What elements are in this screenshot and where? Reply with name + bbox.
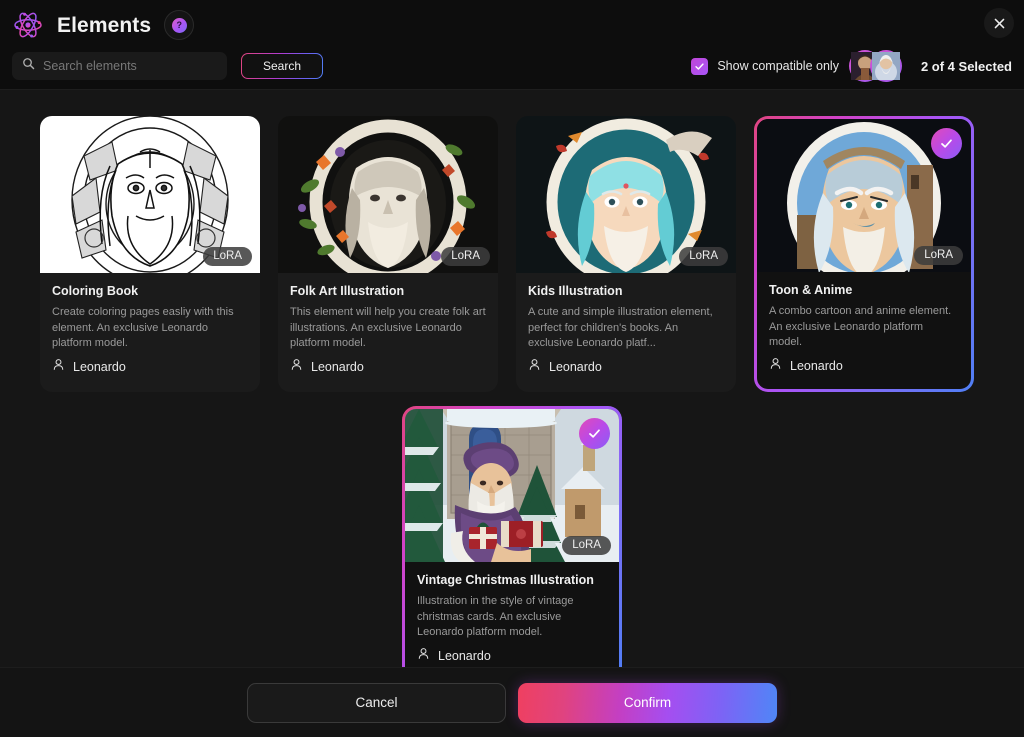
card-author: Leonardo <box>757 351 971 389</box>
card-info: Toon & Anime A combo cartoon and anime e… <box>757 272 971 351</box>
selected-avatars[interactable] <box>848 50 903 83</box>
user-icon <box>417 647 430 665</box>
card-title: Vintage Christmas Illustration <box>417 573 594 587</box>
confirm-button[interactable]: Confirm <box>518 682 777 723</box>
author-name: Leonardo <box>311 360 364 374</box>
search-button[interactable]: Search <box>241 53 323 79</box>
help-button[interactable]: ? <box>164 10 195 40</box>
page-title: Elements <box>57 13 152 37</box>
author-name: Leonardo <box>549 360 602 374</box>
user-icon <box>769 357 782 375</box>
lora-badge: LoRA <box>203 246 252 266</box>
element-card-vintage-christmas-illustration[interactable]: LoRA Vintage Christmas Illustration Illu… <box>402 406 622 667</box>
card-description: Create coloring pages easliy with this e… <box>52 306 234 350</box>
card-author: Leonardo <box>40 352 260 390</box>
author-name: Leonardo <box>790 359 843 373</box>
element-card-kids-illustration[interactable]: LoRA Kids Illustration A cute and simple… <box>516 116 736 392</box>
check-icon <box>589 429 600 438</box>
author-name: Leonardo <box>73 360 126 374</box>
user-icon <box>52 358 65 376</box>
elements-modal: Elements ? Search elements Search Show c… <box>0 0 1024 737</box>
card-author: Leonardo <box>405 641 619 667</box>
check-icon <box>695 62 705 70</box>
card-title: Toon & Anime <box>769 283 853 297</box>
card-author: Leonardo <box>278 352 498 390</box>
header-title-row: Elements ? <box>12 8 195 42</box>
card-thumbnail: LoRA <box>757 119 971 272</box>
modal-footer: Cancel Confirm <box>0 667 1024 737</box>
avatar <box>869 50 902 83</box>
lora-badge: LoRA <box>679 246 728 266</box>
card-thumbnail: LoRA <box>40 116 260 273</box>
card-thumbnail: LoRA <box>278 116 498 273</box>
close-icon[interactable] <box>984 8 1014 38</box>
lora-badge: LoRA <box>441 246 490 266</box>
card-info: Folk Art Illustration This element will … <box>278 273 498 352</box>
card-info: Kids Illustration A cute and simple illu… <box>516 273 736 352</box>
element-card-toon-and-anime[interactable]: LoRA Toon & Anime A combo cartoon and an… <box>754 116 974 392</box>
elements-grid-row-1: LoRA Coloring Book Create coloring pages… <box>0 116 1024 392</box>
lora-badge: LoRA <box>914 245 963 265</box>
search-field[interactable] <box>12 52 227 80</box>
checkbox-checked[interactable] <box>691 57 709 75</box>
elements-grid-area: LoRA Coloring Book Create coloring pages… <box>0 90 1024 667</box>
show-compatible-only-toggle[interactable]: Show compatible only <box>691 57 839 75</box>
card-description: Illustration in the style of vintage chr… <box>417 595 574 639</box>
user-icon <box>290 358 303 376</box>
check-icon <box>941 139 952 148</box>
search-input[interactable] <box>43 59 217 73</box>
search-row: Search <box>12 52 323 80</box>
user-icon <box>528 358 541 376</box>
question-mark-icon: ? <box>171 17 187 33</box>
card-title: Coloring Book <box>52 284 139 298</box>
selected-check-badge[interactable] <box>931 128 962 159</box>
lora-badge: LoRA <box>562 535 611 555</box>
elements-grid-row-2: LoRA Vintage Christmas Illustration Illu… <box>0 406 1024 667</box>
selected-count: 2 of 4 Selected <box>920 58 1012 74</box>
element-card-coloring-book[interactable]: LoRA Coloring Book Create coloring pages… <box>40 116 260 392</box>
search-icon <box>22 57 35 75</box>
card-author: Leonardo <box>516 352 736 390</box>
element-card-folk-art-illustration[interactable]: LoRA Folk Art Illustration This element … <box>278 116 498 392</box>
atom-icon <box>12 9 44 41</box>
card-info: Vintage Christmas Illustration Illustrat… <box>405 562 619 641</box>
show-compatible-only-label: Show compatible only <box>717 59 839 73</box>
author-name: Leonardo <box>438 649 491 663</box>
card-thumbnail: LoRA <box>516 116 736 273</box>
card-description: A cute and simple illustration element, … <box>528 306 713 350</box>
selected-check-badge[interactable] <box>579 418 610 449</box>
cancel-button[interactable]: Cancel <box>247 682 506 723</box>
card-description: A combo cartoon and anime element. An ex… <box>769 305 952 349</box>
card-description: This element will help you create folk a… <box>290 306 486 350</box>
card-title: Kids Illustration <box>528 284 623 298</box>
card-title: Folk Art Illustration <box>290 284 405 298</box>
card-info: Coloring Book Create coloring pages easl… <box>40 273 260 352</box>
modal-header: Elements ? Search elements Search Show c… <box>0 0 1024 90</box>
header-right-cluster: Show compatible only 2 of 4 Selected <box>691 50 1012 83</box>
card-thumbnail: LoRA <box>405 409 619 562</box>
search-button-label: Search <box>242 54 322 78</box>
